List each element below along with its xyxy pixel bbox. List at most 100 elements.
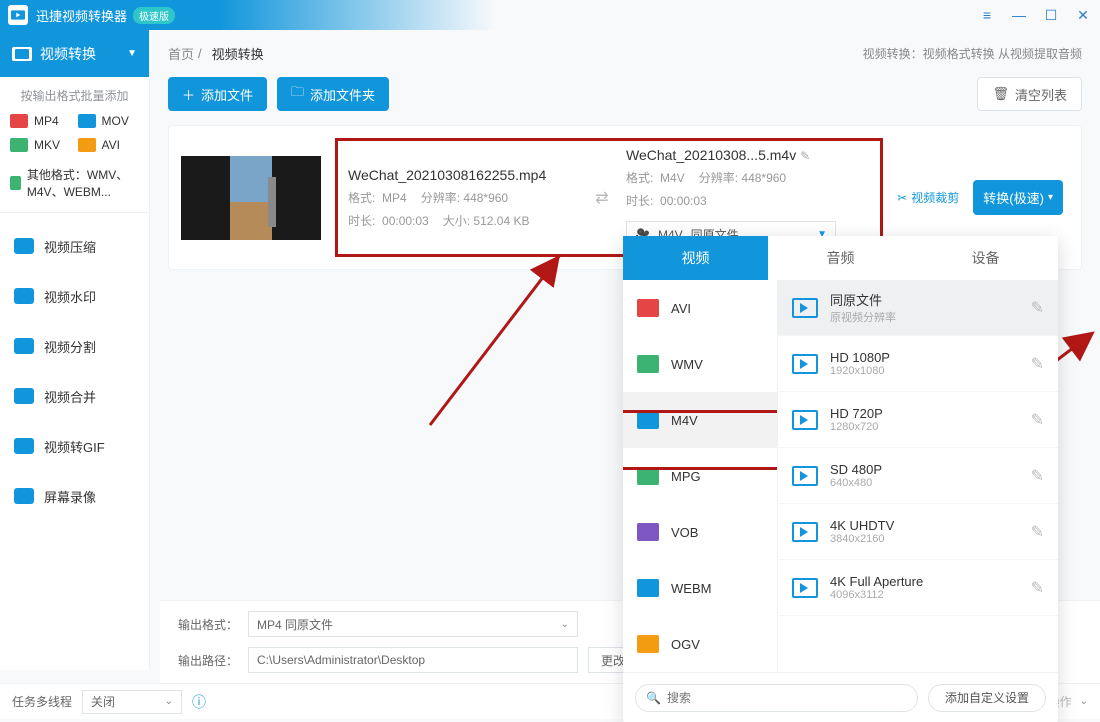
edit-icon[interactable]: ✎ bbox=[1031, 410, 1044, 430]
avi-icon bbox=[78, 138, 96, 152]
sidebar-item-record[interactable]: 屏幕录像 bbox=[0, 471, 149, 521]
add-folder-button[interactable]: 🗀添加文件夹 bbox=[277, 77, 389, 111]
sidebar-item-gif[interactable]: 视频转GIF bbox=[0, 421, 149, 471]
tab-audio[interactable]: 音频 bbox=[768, 236, 913, 280]
breadcrumb-home[interactable]: 首页 bbox=[168, 44, 194, 63]
video-thumbnail[interactable] bbox=[181, 156, 321, 240]
compress-icon bbox=[14, 238, 34, 254]
close-button[interactable]: ✕ bbox=[1074, 7, 1092, 24]
toolbar: ＋添加文件 🗀添加文件夹 🗑清空列表 bbox=[150, 77, 1100, 125]
edit-icon[interactable]: ✎ bbox=[1031, 298, 1044, 318]
mov-icon bbox=[78, 114, 96, 128]
window-controls: ≡ — ☐ ✕ bbox=[978, 7, 1092, 24]
play-icon bbox=[792, 298, 818, 318]
merge-icon bbox=[14, 388, 34, 404]
thread-select[interactable]: 关闭⌄ bbox=[82, 690, 182, 714]
sidebar-main-label: 视频转换 bbox=[40, 44, 96, 64]
rename-icon[interactable]: ✎ bbox=[800, 149, 810, 163]
app-logo-icon bbox=[8, 5, 28, 25]
format-mp4[interactable]: MP4 bbox=[10, 114, 72, 128]
resolution-option[interactable]: HD 1080P1920x1080✎ bbox=[778, 336, 1058, 392]
format-option-wmv[interactable]: WMV bbox=[623, 336, 777, 392]
output-path-label: 输出路径： bbox=[178, 652, 238, 669]
format-list[interactable]: AVI WMV M4V MPG VOB WEBM OGV bbox=[623, 280, 778, 672]
format-option-m4v[interactable]: M4V bbox=[623, 392, 777, 448]
search-box[interactable]: 🔍 bbox=[635, 684, 918, 712]
sidebar-main-dropdown[interactable]: 视频转换 ▼ bbox=[0, 30, 149, 77]
output-path-field[interactable]: C:\Users\Administrator\Desktop bbox=[248, 647, 578, 673]
format-mov[interactable]: MOV bbox=[78, 114, 140, 128]
page-description: 视频转换：视频格式转换 从视频提取音频 bbox=[863, 45, 1082, 62]
record-icon bbox=[14, 488, 34, 504]
chevron-down-icon: ▼ bbox=[127, 48, 137, 59]
mpg-icon bbox=[637, 467, 659, 485]
resolution-option[interactable]: HD 720P1280x720✎ bbox=[778, 392, 1058, 448]
thread-label: 任务多线程 bbox=[12, 693, 72, 710]
info-icon[interactable]: ⓘ bbox=[192, 692, 206, 712]
format-avi[interactable]: AVI bbox=[78, 138, 140, 152]
maximize-button[interactable]: ☐ bbox=[1042, 7, 1060, 24]
chevron-down-icon: ▾ bbox=[1048, 192, 1053, 203]
resolution-option[interactable]: 4K Full Aperture4096x3112✎ bbox=[778, 560, 1058, 616]
popup-footer: 🔍 添加自定义设置 bbox=[623, 672, 1058, 722]
sidebar-item-merge[interactable]: 视频合并 bbox=[0, 371, 149, 421]
other-icon bbox=[10, 176, 21, 190]
tab-device[interactable]: 设备 bbox=[913, 236, 1058, 280]
format-option-mpg[interactable]: MPG bbox=[623, 448, 777, 504]
chevron-down-icon[interactable]: ⌄ bbox=[1080, 696, 1088, 707]
dest-filename: WeChat_20210308...5.m4v bbox=[626, 147, 796, 163]
format-option-avi[interactable]: AVI bbox=[623, 280, 777, 336]
mp4-icon bbox=[10, 114, 28, 128]
play-icon bbox=[792, 466, 818, 486]
format-option-vob[interactable]: VOB bbox=[623, 504, 777, 560]
resolution-option[interactable]: SD 480P640x480✎ bbox=[778, 448, 1058, 504]
format-option-ogv[interactable]: OGV bbox=[623, 616, 777, 672]
format-mkv[interactable]: MKV bbox=[10, 138, 72, 152]
add-custom-button[interactable]: 添加自定义设置 bbox=[928, 684, 1046, 712]
avi-icon bbox=[637, 299, 659, 317]
add-file-button[interactable]: ＋添加文件 bbox=[168, 77, 267, 111]
clear-list-button[interactable]: 🗑清空列表 bbox=[977, 77, 1082, 111]
ogv-icon bbox=[637, 635, 659, 653]
convert-button[interactable]: 转换(极速)▾ bbox=[973, 180, 1063, 215]
annotation-arrow bbox=[430, 245, 590, 425]
format-option-webm[interactable]: WEBM bbox=[623, 560, 777, 616]
format-other[interactable]: 其他格式：WMV、M4V、WEBM... bbox=[0, 162, 149, 204]
app-title: 迅捷视频转换器 bbox=[36, 6, 127, 25]
edit-icon[interactable]: ✎ bbox=[1031, 354, 1044, 374]
sidebar-item-split[interactable]: 视频分割 bbox=[0, 321, 149, 371]
plus-icon: ＋ bbox=[182, 85, 195, 104]
wmv-icon bbox=[637, 355, 659, 373]
breadcrumb: 首页 / 视频转换 视频转换：视频格式转换 从视频提取音频 bbox=[150, 30, 1100, 77]
sidebar: 视频转换 ▼ 按输出格式批量添加 MP4 MOV MKV AVI 其他格式：WM… bbox=[0, 30, 150, 670]
resolution-option[interactable]: 同原文件原视频分辨率✎ bbox=[778, 280, 1058, 336]
sidebar-item-watermark[interactable]: 视频水印 bbox=[0, 271, 149, 321]
folder-icon: 🗀 bbox=[291, 83, 304, 105]
menu-button[interactable]: ≡ bbox=[978, 7, 996, 24]
resolution-option[interactable]: 4K UHDTV3840x2160✎ bbox=[778, 504, 1058, 560]
search-icon: 🔍 bbox=[646, 691, 661, 705]
format-popup: 视频 音频 设备 AVI WMV M4V MPG VOB WEBM OGV 同原… bbox=[623, 236, 1058, 722]
tab-video[interactable]: 视频 bbox=[623, 236, 768, 280]
scissors-icon: ✂ bbox=[897, 191, 907, 205]
edit-icon[interactable]: ✎ bbox=[1031, 466, 1044, 486]
output-format-dropdown[interactable]: MP4 同原文件⌄ bbox=[248, 611, 578, 637]
edition-badge: 极速版 bbox=[133, 7, 175, 24]
crop-button[interactable]: ✂视频裁剪 bbox=[897, 189, 959, 206]
watermark-icon bbox=[14, 288, 34, 304]
trash-icon: 🗑 bbox=[992, 86, 1009, 102]
gif-icon bbox=[14, 438, 34, 454]
play-icon bbox=[792, 410, 818, 430]
breadcrumb-current: 视频转换 bbox=[212, 44, 264, 63]
mkv-icon bbox=[10, 138, 28, 152]
sidebar-item-compress[interactable]: 视频压缩 bbox=[0, 221, 149, 271]
search-input[interactable] bbox=[667, 691, 907, 705]
popup-tabs: 视频 音频 设备 bbox=[623, 236, 1058, 280]
minimize-button[interactable]: — bbox=[1010, 7, 1028, 24]
resolution-list[interactable]: 同原文件原视频分辨率✎ HD 1080P1920x1080✎ HD 720P12… bbox=[778, 280, 1058, 672]
edit-icon[interactable]: ✎ bbox=[1031, 578, 1044, 598]
vob-icon bbox=[637, 523, 659, 541]
edit-icon[interactable]: ✎ bbox=[1031, 522, 1044, 542]
split-icon bbox=[14, 338, 34, 354]
output-format-label: 输出格式： bbox=[178, 616, 238, 633]
